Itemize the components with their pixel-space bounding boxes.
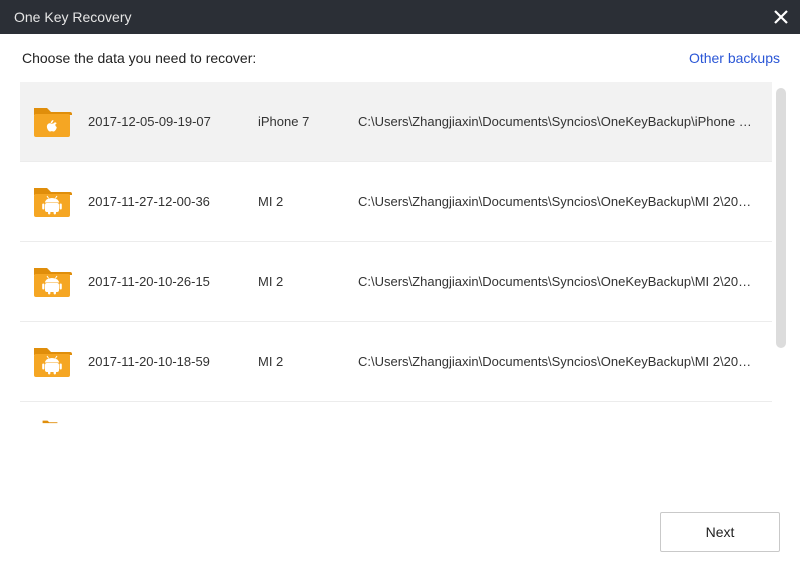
close-icon bbox=[774, 10, 788, 24]
folder-icon bbox=[30, 419, 70, 432]
close-button[interactable] bbox=[772, 8, 790, 26]
header-row: Choose the data you need to recover: Oth… bbox=[0, 34, 800, 74]
backup-path: C:\Users\Zhangjiaxin\Documents\Syncios\O… bbox=[358, 114, 760, 129]
folder-android-icon bbox=[32, 185, 72, 219]
window-title: One Key Recovery bbox=[14, 9, 132, 25]
backup-date: 2017-11-27-12-00-36 bbox=[88, 194, 258, 209]
backup-device: MI 2 bbox=[258, 354, 358, 369]
backup-list: 2017-12-05-09-19-07iPhone 7C:\Users\Zhan… bbox=[20, 82, 772, 402]
row-icon bbox=[30, 345, 74, 379]
backup-path: C:\Users\Zhangjiaxin\Documents\Syncios\O… bbox=[358, 274, 760, 289]
next-button[interactable]: Next bbox=[660, 512, 780, 552]
partial-row bbox=[30, 419, 70, 432]
row-icon bbox=[30, 185, 74, 219]
folder-android-icon bbox=[32, 265, 72, 299]
row-icon bbox=[30, 265, 74, 299]
backup-path: C:\Users\Zhangjiaxin\Documents\Syncios\O… bbox=[358, 194, 760, 209]
prompt-text: Choose the data you need to recover: bbox=[22, 50, 256, 66]
backup-row[interactable]: 2017-11-20-10-26-15MI 2C:\Users\Zhangjia… bbox=[20, 242, 772, 322]
folder-android-icon bbox=[32, 345, 72, 379]
folder-apple-icon bbox=[32, 105, 72, 139]
backup-date: 2017-11-20-10-18-59 bbox=[88, 354, 258, 369]
titlebar: One Key Recovery bbox=[0, 0, 800, 34]
backup-row[interactable]: 2017-11-27-12-00-36MI 2C:\Users\Zhangjia… bbox=[20, 162, 772, 242]
footer: Next bbox=[660, 512, 780, 552]
backup-list-container: 2017-12-05-09-19-07iPhone 7C:\Users\Zhan… bbox=[20, 82, 786, 432]
backup-device: MI 2 bbox=[258, 274, 358, 289]
backup-date: 2017-11-20-10-26-15 bbox=[88, 274, 258, 289]
other-backups-link[interactable]: Other backups bbox=[689, 50, 780, 66]
backup-device: iPhone 7 bbox=[258, 114, 358, 129]
backup-device: MI 2 bbox=[258, 194, 358, 209]
backup-row[interactable]: 2017-12-05-09-19-07iPhone 7C:\Users\Zhan… bbox=[20, 82, 772, 162]
row-icon bbox=[30, 105, 74, 139]
backup-path: C:\Users\Zhangjiaxin\Documents\Syncios\O… bbox=[358, 354, 760, 369]
backup-date: 2017-12-05-09-19-07 bbox=[88, 114, 258, 129]
backup-row[interactable]: 2017-11-20-10-18-59MI 2C:\Users\Zhangjia… bbox=[20, 322, 772, 402]
scrollbar-thumb[interactable] bbox=[776, 88, 786, 348]
